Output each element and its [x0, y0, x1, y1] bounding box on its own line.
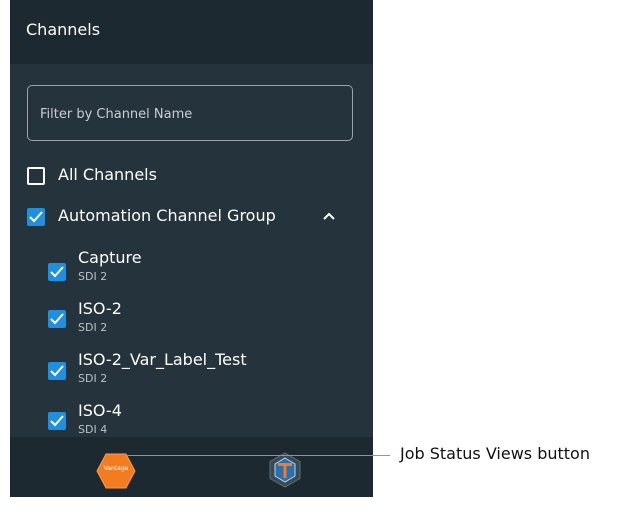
channel-checkbox[interactable]	[48, 362, 66, 380]
callout-label: Job Status Views button	[400, 444, 590, 463]
channel-checkbox[interactable]	[48, 310, 66, 328]
t-hexagon-icon	[269, 452, 301, 488]
filter-field[interactable]	[27, 85, 353, 142]
channel-name: ISO-2	[78, 299, 122, 318]
channel-item[interactable]: ISO-4 SDI 4	[48, 401, 348, 441]
all-channels-row[interactable]: All Channels	[27, 165, 227, 187]
channel-source: SDI 4	[78, 423, 108, 436]
channel-name: ISO-4	[78, 401, 122, 420]
checkmark-icon	[29, 211, 43, 223]
t-hexagon-button[interactable]	[267, 452, 303, 488]
channel-source: SDI 2	[78, 372, 108, 385]
checkmark-icon	[50, 415, 64, 427]
panel-header: Channels	[10, 0, 373, 64]
checkmark-icon	[50, 365, 64, 377]
channel-item[interactable]: Capture SDI 2	[48, 248, 348, 288]
channels-panel: Channels All Channels Automation Channel…	[10, 0, 373, 497]
channel-name: ISO-2_Var_Label_Test	[78, 350, 247, 369]
channel-group-label: Automation Channel Group	[58, 206, 276, 225]
chevron-up-icon[interactable]	[322, 211, 336, 221]
channel-source: SDI 2	[78, 321, 108, 334]
channel-filter-input[interactable]	[38, 86, 342, 142]
panel-footer: Vantage	[10, 437, 373, 497]
channel-checkbox[interactable]	[48, 263, 66, 281]
all-channels-checkbox[interactable]	[27, 167, 45, 185]
channel-group-row[interactable]: Automation Channel Group	[27, 206, 357, 228]
channel-item[interactable]: ISO-2 SDI 2	[48, 299, 348, 339]
channel-name: Capture	[78, 248, 142, 267]
all-channels-label: All Channels	[58, 165, 157, 184]
job-status-views-button[interactable]: Vantage	[96, 451, 136, 491]
checkmark-icon	[50, 313, 64, 325]
channel-group-checkbox[interactable]	[27, 208, 45, 226]
channel-checkbox[interactable]	[48, 412, 66, 430]
panel-title: Channels	[26, 20, 101, 39]
channel-source: SDI 2	[78, 270, 108, 283]
vantage-label: Vantage	[103, 465, 129, 472]
checkmark-icon	[50, 266, 64, 278]
callout-line	[115, 455, 390, 456]
channel-item[interactable]: ISO-2_Var_Label_Test SDI 2	[48, 350, 348, 390]
callout-line-tick	[115, 455, 116, 465]
